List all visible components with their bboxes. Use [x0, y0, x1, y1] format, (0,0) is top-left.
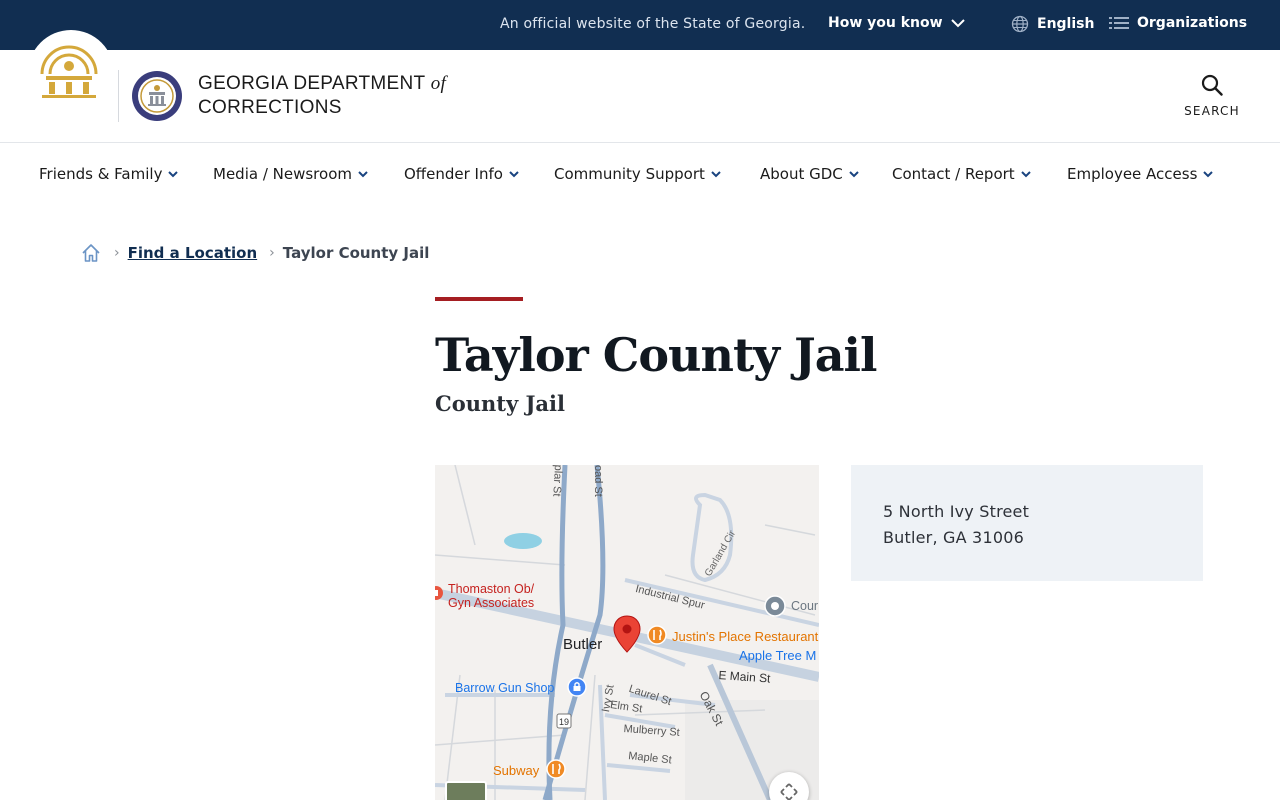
search-label: SEARCH: [1184, 104, 1240, 118]
clinic-label[interactable]: Thomaston Ob/ Gyn Associates: [448, 582, 534, 610]
poplar-st-label: plar St: [550, 465, 564, 497]
nav-offender-info[interactable]: Offender Info: [404, 165, 520, 183]
official-banner: An official website of the State of Geor…: [0, 0, 1280, 50]
chevron-right-icon: ›: [114, 245, 120, 261]
address-card: 5 North Ivy Street Butler, GA 31006: [851, 465, 1203, 581]
page-title: Taylor County Jail: [435, 328, 877, 382]
chevron-down-icon: [1203, 171, 1214, 178]
list-icon: [1109, 17, 1129, 29]
chevron-down-icon: [711, 171, 721, 178]
nav-label: About GDC: [760, 165, 843, 183]
nav-friends-family[interactable]: Friends & Family: [39, 165, 179, 183]
nav-about-gdc[interactable]: About GDC: [760, 165, 860, 183]
chevron-down-icon: [509, 171, 519, 178]
nav-community-support[interactable]: Community Support: [554, 165, 722, 183]
clinic-label-line1: Thomaston Ob/: [448, 582, 535, 596]
address-street: 5 North Ivy Street: [883, 502, 1030, 521]
clinic-label-line2: Gyn Associates: [448, 596, 535, 610]
official-site-text: An official website of the State of Geor…: [500, 16, 806, 32]
agency-name-of: of: [430, 73, 447, 94]
apple-tree-label[interactable]: Apple Tree M: [739, 648, 816, 663]
organizations-label: Organizations: [1137, 15, 1248, 31]
how-you-know-label: How you know: [828, 15, 943, 31]
court-pin-icon[interactable]: [764, 595, 786, 617]
agency-name-line1: GEORGIA DEPARTMENT: [198, 73, 426, 94]
organizations-button[interactable]: Organizations: [1109, 15, 1247, 31]
agency-name-line2: CORRECTIONS: [198, 97, 342, 118]
nav-contact-report[interactable]: Contact / Report: [892, 165, 1032, 183]
agency-name[interactable]: GEORGIA DEPARTMENT of CORRECTIONS: [198, 72, 446, 120]
shopping-pin-icon[interactable]: [567, 677, 587, 697]
state-seal-icon: [40, 45, 98, 98]
address-city-state-zip: Butler, GA 31006: [883, 528, 1024, 547]
nav-label: Contact / Report: [892, 165, 1015, 183]
chevron-right-icon: ›: [269, 245, 275, 261]
location-map[interactable]: 19 plar St oad St Garland Cir Industrial…: [435, 465, 819, 800]
gdc-seal-icon[interactable]: [131, 70, 183, 122]
how-you-know-button[interactable]: How you know: [828, 15, 965, 31]
chevron-down-icon: [950, 19, 965, 28]
georgia-state-seal-logo[interactable]: [28, 30, 114, 116]
route-19-shield: 19: [559, 717, 569, 727]
subway-pin-icon[interactable]: [546, 759, 566, 779]
subway-label[interactable]: Subway: [493, 763, 539, 778]
nav-label: Friends & Family: [39, 165, 163, 183]
main-navigation: Friends & Family Media / Newsroom Offend…: [0, 143, 1280, 205]
chevron-down-icon: [168, 171, 179, 178]
chevron-down-icon: [1020, 171, 1031, 178]
fullscreen-icon: [780, 783, 798, 800]
title-accent-bar: [435, 297, 523, 301]
site-header: GEORGIA DEPARTMENT of CORRECTIONS SEARCH: [0, 30, 1280, 143]
nav-media-newsroom[interactable]: Media / Newsroom: [213, 165, 369, 183]
nav-label: Community Support: [554, 165, 705, 183]
logo-divider: [118, 70, 119, 122]
search-icon: [1201, 74, 1223, 96]
nav-label: Media / Newsroom: [213, 165, 352, 183]
restaurant-label[interactable]: Justin's Place Restaurant: [672, 629, 818, 644]
chevron-down-icon: [358, 171, 368, 178]
home-icon[interactable]: [80, 242, 102, 264]
breadcrumb: › Find a Location › Taylor County Jail: [80, 241, 429, 265]
language-selector[interactable]: English: [1011, 15, 1094, 33]
search-button[interactable]: SEARCH: [1180, 74, 1244, 118]
butler-town-label: Butler: [563, 636, 603, 653]
railroad-st-label: oad St: [592, 465, 604, 497]
nav-label: Employee Access: [1067, 165, 1198, 183]
language-label: English: [1037, 16, 1095, 32]
restaurant-pin-icon[interactable]: [647, 625, 667, 645]
clinic-pin-icon[interactable]: [435, 586, 443, 600]
nav-employee-access[interactable]: Employee Access: [1067, 165, 1214, 183]
chevron-down-icon: [849, 171, 859, 178]
gun-shop-label[interactable]: Barrow Gun Shop: [455, 681, 554, 695]
satellite-toggle-thumbnail[interactable]: [445, 781, 487, 800]
breadcrumb-find-location-link[interactable]: Find a Location: [128, 244, 258, 262]
nav-label: Offender Info: [404, 165, 503, 183]
globe-icon: [1011, 15, 1029, 33]
court-label[interactable]: Cour: [791, 599, 818, 613]
location-marker-icon[interactable]: [613, 615, 641, 653]
page-subtitle: County Jail: [435, 391, 565, 416]
breadcrumb-current: Taylor County Jail: [282, 244, 430, 262]
